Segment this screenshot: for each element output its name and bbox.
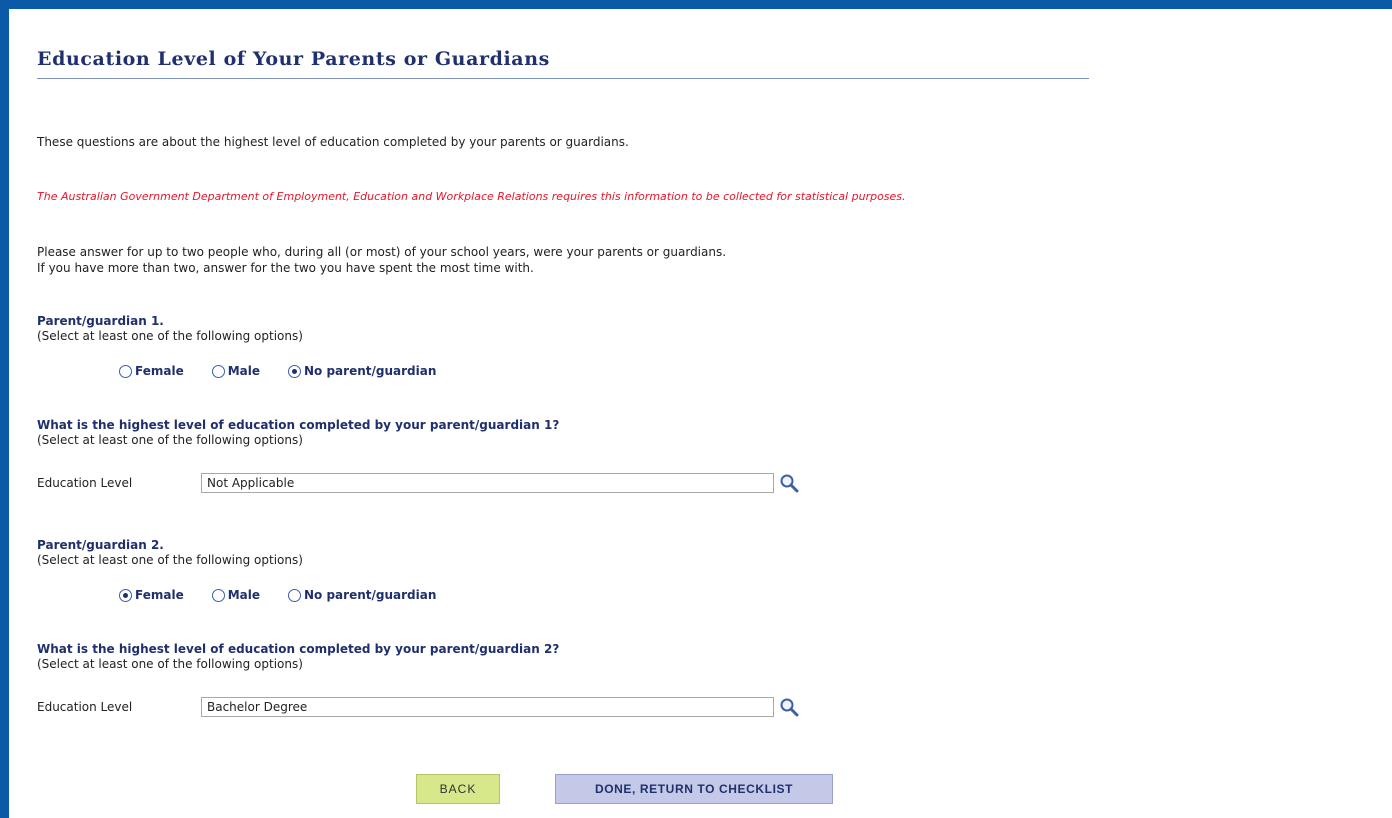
parent2-education-row: Education Level [37, 696, 800, 718]
radio-label: Male [227, 588, 260, 602]
radio-button[interactable] [288, 588, 301, 602]
radio-button[interactable] [211, 588, 225, 602]
radio-button[interactable] [119, 364, 132, 378]
parent2-education-header: What is the highest level of education c… [37, 642, 559, 672]
parent2-education-hint: (Select at least one of the following op… [37, 657, 303, 671]
parent1-hint: (Select at least one of the following op… [37, 329, 303, 343]
parent1-gender-radios: Female Male No parent/guardian [119, 364, 464, 378]
top-frame-bar [0, 0, 1392, 9]
parent2-education-input[interactable] [201, 697, 774, 717]
radio-label: Male [227, 364, 260, 378]
intro-text: These questions are about the highest le… [37, 135, 629, 149]
parent1-education-input[interactable] [201, 473, 774, 493]
left-frame-bar [0, 0, 9, 818]
radio-button[interactable] [119, 588, 132, 602]
parent2-option-female[interactable]: Female [119, 588, 184, 602]
page-title: Education Level of Your Parents or Guard… [37, 48, 1089, 79]
radio-button[interactable] [288, 364, 301, 378]
parent1-option-female[interactable]: Female [119, 364, 184, 378]
main-content: Education Level of Your Parents or Guard… [37, 48, 1097, 804]
parent1-education-hint: (Select at least one of the following op… [37, 433, 303, 447]
radio-label: No parent/guardian [304, 364, 437, 378]
instructions-line-2: If you have more than two, answer for th… [37, 261, 534, 275]
parent2-education-label: Education Level [37, 700, 133, 714]
parent2-hint: (Select at least one of the following op… [37, 553, 303, 567]
parent2-education-question: What is the highest level of education c… [37, 642, 560, 656]
radio-button[interactable] [211, 364, 225, 378]
parent2-gender-radios: Female Male No parent/guardian [119, 588, 464, 602]
statistical-notice: The Australian Government Department of … [37, 190, 906, 203]
parent2-header: Parent/guardian 2. (Select at least one … [37, 538, 303, 568]
magnifier-icon[interactable] [778, 472, 800, 494]
done-return-to-checklist-button[interactable]: DONE, RETURN TO CHECKLIST [555, 774, 833, 804]
radio-label: Female [135, 364, 184, 378]
instructions: Please answer for up to two people who, … [37, 244, 1097, 276]
parent1-option-male[interactable]: Male [211, 364, 260, 378]
parent2-option-male[interactable]: Male [211, 588, 260, 602]
parent1-education-label: Education Level [37, 476, 133, 490]
back-button[interactable]: BACK [416, 774, 500, 804]
parent1-title: Parent/guardian 1. [37, 314, 164, 328]
parent1-education-row: Education Level [37, 472, 800, 494]
parent2-option-no-parent[interactable]: No parent/guardian [288, 588, 436, 602]
parent2-title: Parent/guardian 2. [37, 538, 164, 552]
parent1-education-question: What is the highest level of education c… [37, 418, 560, 432]
radio-label: Female [135, 588, 184, 602]
parent1-header: Parent/guardian 1. (Select at least one … [37, 314, 303, 344]
instructions-line-1: Please answer for up to two people who, … [37, 245, 727, 259]
radio-label: No parent/guardian [304, 588, 437, 602]
parent1-option-no-parent[interactable]: No parent/guardian [288, 364, 436, 378]
magnifier-icon[interactable] [778, 696, 800, 718]
parent1-education-header: What is the highest level of education c… [37, 418, 559, 448]
